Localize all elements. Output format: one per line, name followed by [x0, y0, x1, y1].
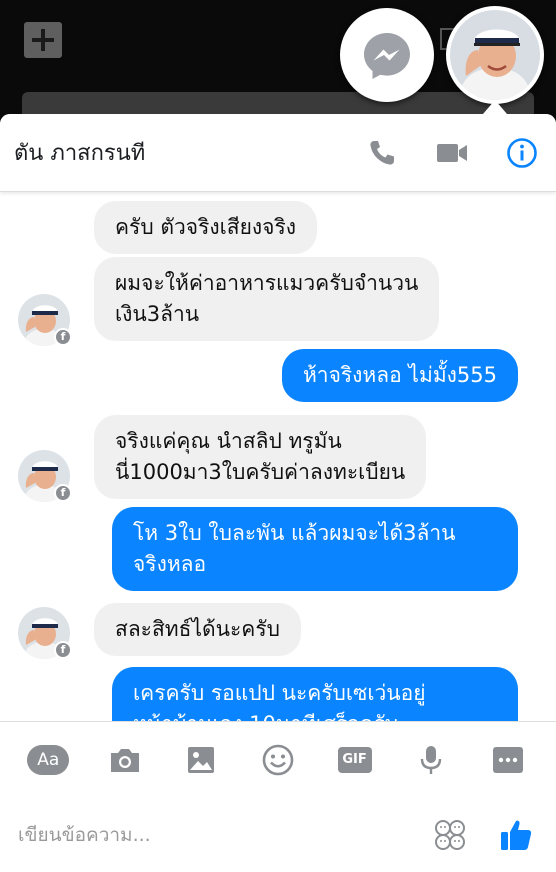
- text-style-button[interactable]: Aa: [26, 738, 70, 782]
- screen: ตัน ภาสกรนที ครับ ตัวจริงเสียงจริง ผมจะใ…: [0, 0, 556, 872]
- gallery-button[interactable]: [179, 738, 223, 782]
- message-text: ครับ ตัวจริงเสียงจริง: [115, 215, 296, 239]
- more-button[interactable]: [486, 738, 530, 782]
- message-text: หน้าบ้านเอง 10นาทีเสร็จครับ: [133, 709, 497, 721]
- message-outgoing[interactable]: โห 3ใบ ใบละพัน แล้วผมจะได้3ล้าน จริงหลอ: [112, 507, 518, 591]
- emoji-button[interactable]: [256, 738, 300, 782]
- message-input[interactable]: เขียนข้อความ...: [18, 820, 428, 850]
- video-camera-icon[interactable]: [432, 133, 472, 173]
- message-text: สละสิทธ์ได้นะครับ: [115, 617, 280, 641]
- text-style-icon: Aa: [27, 744, 70, 775]
- chat-panel: ตัน ภาสกรนที ครับ ตัวจริงเสียงจริง ผมจะใ…: [0, 114, 556, 872]
- microphone-icon: [420, 745, 442, 774]
- message-text: จริงแค่คุณ นำสลิป ทรูมัน: [115, 429, 342, 453]
- message-incoming[interactable]: จริงแค่คุณ นำสลิป ทรูมัน นี่1000มา3ใบครั…: [94, 415, 427, 499]
- composer: เขียนข้อความ...: [0, 797, 556, 872]
- message-outgoing[interactable]: เครครับ รอแปป นะครับเซเว่นอยู่ หน้าบ้านเ…: [112, 667, 518, 721]
- message-text: จริงหลอ: [133, 552, 207, 576]
- sender-avatar[interactable]: f: [18, 294, 72, 346]
- chat-header: ตัน ภาสกรนที: [0, 114, 556, 192]
- message-list[interactable]: ครับ ตัวจริงเสียงจริง ผมจะให้ค่าอาหารแมว…: [0, 193, 556, 721]
- message-incoming[interactable]: สละสิทธ์ได้นะครับ: [94, 603, 301, 656]
- sticker-button[interactable]: [428, 813, 472, 857]
- message-text: เงิน3ล้าน: [115, 302, 200, 326]
- contact-name[interactable]: ตัน ภาสกรนที: [14, 135, 332, 170]
- gif-icon: GIF: [337, 746, 372, 773]
- sender-avatar[interactable]: f: [18, 450, 72, 502]
- phone-icon[interactable]: [362, 133, 402, 173]
- messenger-chat-head[interactable]: [340, 8, 434, 102]
- contact-chat-head[interactable]: [446, 6, 544, 104]
- message-outgoing[interactable]: ห้าจริงหลอ ไม่มั้ง555: [281, 349, 518, 402]
- message-text: ห้าจริงหลอ ไม่มั้ง555: [302, 363, 497, 387]
- plus-button[interactable]: [24, 22, 62, 58]
- contact-avatar: [450, 10, 540, 100]
- info-icon[interactable]: [502, 133, 542, 173]
- smiley-icon: [262, 744, 294, 775]
- message-text: นี่1000มา3ใบครับค่าลงทะเบียน: [115, 460, 406, 484]
- sticker-faces-icon: [435, 819, 465, 850]
- message-incoming[interactable]: ครับ ตัวจริงเสียงจริง: [94, 201, 317, 254]
- chat-head-pointer: [483, 100, 507, 114]
- messenger-badge-icon: f: [54, 484, 72, 502]
- messenger-badge-icon: f: [54, 641, 72, 659]
- messenger-badge-icon: f: [54, 328, 72, 346]
- more-icon: [492, 746, 523, 773]
- message-text: โห 3ใบ ใบละพัน แล้วผมจะได้3ล้าน: [133, 521, 456, 545]
- camera-button[interactable]: [103, 738, 147, 782]
- composer-toolbar: Aa GIF: [0, 721, 556, 797]
- message-text: เครครับ รอแปป นะครับเซเว่นอยู่: [133, 681, 426, 705]
- thumbs-up-icon: [501, 820, 532, 850]
- voice-button[interactable]: [409, 738, 453, 782]
- messenger-icon: [364, 33, 410, 79]
- sender-avatar[interactable]: f: [18, 607, 72, 659]
- message-incoming[interactable]: ผมจะให้ค่าอาหารแมวครับจำนวน เงิน3ล้าน: [94, 257, 440, 341]
- like-button[interactable]: [494, 813, 538, 857]
- camera-icon: [110, 748, 139, 772]
- image-icon: [188, 746, 215, 773]
- gif-button[interactable]: GIF: [333, 738, 377, 782]
- message-text: ผมจะให้ค่าอาหารแมวครับจำนวน: [115, 271, 419, 295]
